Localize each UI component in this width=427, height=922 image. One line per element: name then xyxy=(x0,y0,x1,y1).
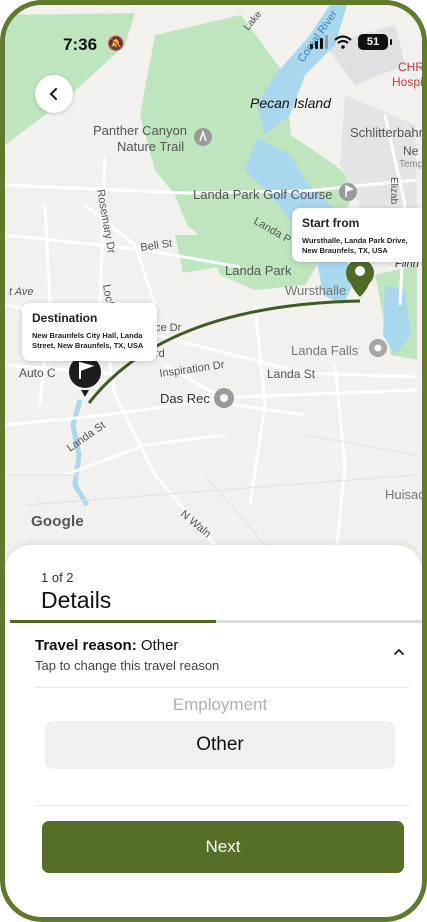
silent-bell-icon: 🔕 xyxy=(107,35,125,51)
sheet-title: Details xyxy=(41,587,112,613)
divider-bottom xyxy=(35,805,410,806)
map-label-landa-falls: Landa Falls xyxy=(291,343,359,358)
map-label-landa-st: Landa St xyxy=(267,367,316,381)
map-label-panther-canyon: Panther Canyon xyxy=(93,123,187,138)
map-label-das-rec: Das Rec xyxy=(160,391,210,406)
poi-landa-falls-icon xyxy=(369,339,387,357)
phone-frame: Pecan Island Panther Canyon Nature Trail… xyxy=(0,0,427,922)
travel-reason-value: Other xyxy=(136,637,179,654)
picker-option-selected[interactable]: Other xyxy=(45,721,395,769)
map-label-auto-c: Auto C xyxy=(19,366,56,380)
map-label-schlitterbahn: Schlitterbahn xyxy=(350,125,422,140)
back-button[interactable] xyxy=(35,75,73,113)
map-label-schlitter-ne: Ne xyxy=(403,144,419,158)
poi-das-rec-icon xyxy=(214,388,234,408)
travel-reason-row[interactable]: Travel reason: Other Tap to change this … xyxy=(35,637,410,677)
map-label-wursthalle: Wursthalle xyxy=(285,283,346,298)
battery-icon: 51 xyxy=(358,34,392,50)
details-sheet: 1 of 2 Details Travel reason: Other Tap … xyxy=(5,545,422,917)
start-callout-address: Wursthalle, Landa Park Drive, New Braunf… xyxy=(302,236,408,255)
map-label-golf-course: Landa Park Golf Course xyxy=(193,187,332,202)
map-label-ave: t Ave xyxy=(9,286,33,298)
map-label-ce-dr: ce Dr xyxy=(155,322,182,334)
battery-level: 51 xyxy=(366,36,380,48)
poi-panther-canyon-icon xyxy=(194,128,212,146)
divider-top xyxy=(35,687,410,688)
progress-bar xyxy=(10,620,422,623)
map-label-nature-trail: Nature Trail xyxy=(117,139,184,154)
travel-reason-title: Travel reason: Other xyxy=(35,637,410,654)
travel-reason-label: Travel reason: xyxy=(35,637,137,654)
wifi-icon xyxy=(334,35,352,49)
map-label-hospital: Hospit xyxy=(392,75,422,89)
map-label-huisach: Huisach xyxy=(385,487,422,502)
map-label-pecan-island: Pecan Island xyxy=(250,95,332,111)
next-button[interactable]: Next xyxy=(42,821,404,873)
step-indicator: 1 of 2 xyxy=(41,570,74,585)
start-callout-title: Start from xyxy=(302,216,360,230)
start-callout[interactable]: Start from Wursthalle, Landa Park Drive,… xyxy=(292,208,422,262)
map-label-schlitter-temp: Temp xyxy=(399,159,422,170)
progress-fill xyxy=(10,620,216,623)
picker-option-employment[interactable]: Employment xyxy=(45,695,395,715)
chevron-left-icon xyxy=(49,87,58,101)
status-bar: 7:36 🔕 51 xyxy=(5,31,422,61)
travel-reason-hint: Tap to change this travel reason xyxy=(35,658,220,673)
map-label-chr: CHR xyxy=(398,60,422,74)
poi-golf-icon xyxy=(339,183,357,201)
status-time: 7:36 xyxy=(63,35,98,54)
map-view[interactable]: Pecan Island Panther Canyon Nature Trail… xyxy=(5,5,422,565)
destination-callout-address: New Braunfels City Hall, Landa Street, N… xyxy=(32,331,144,350)
map-label-elizab: Elizab xyxy=(388,177,399,205)
map-label-landa-park: Landa Park xyxy=(225,263,292,278)
destination-callout-title: Destination xyxy=(32,311,98,325)
google-attribution-logo: Google xyxy=(31,513,84,530)
signal-icon xyxy=(310,35,328,49)
destination-callout[interactable]: Destination New Braunfels City Hall, Lan… xyxy=(22,303,157,361)
chevron-up-icon[interactable] xyxy=(394,647,404,657)
status-indicators: 51 xyxy=(310,34,392,50)
